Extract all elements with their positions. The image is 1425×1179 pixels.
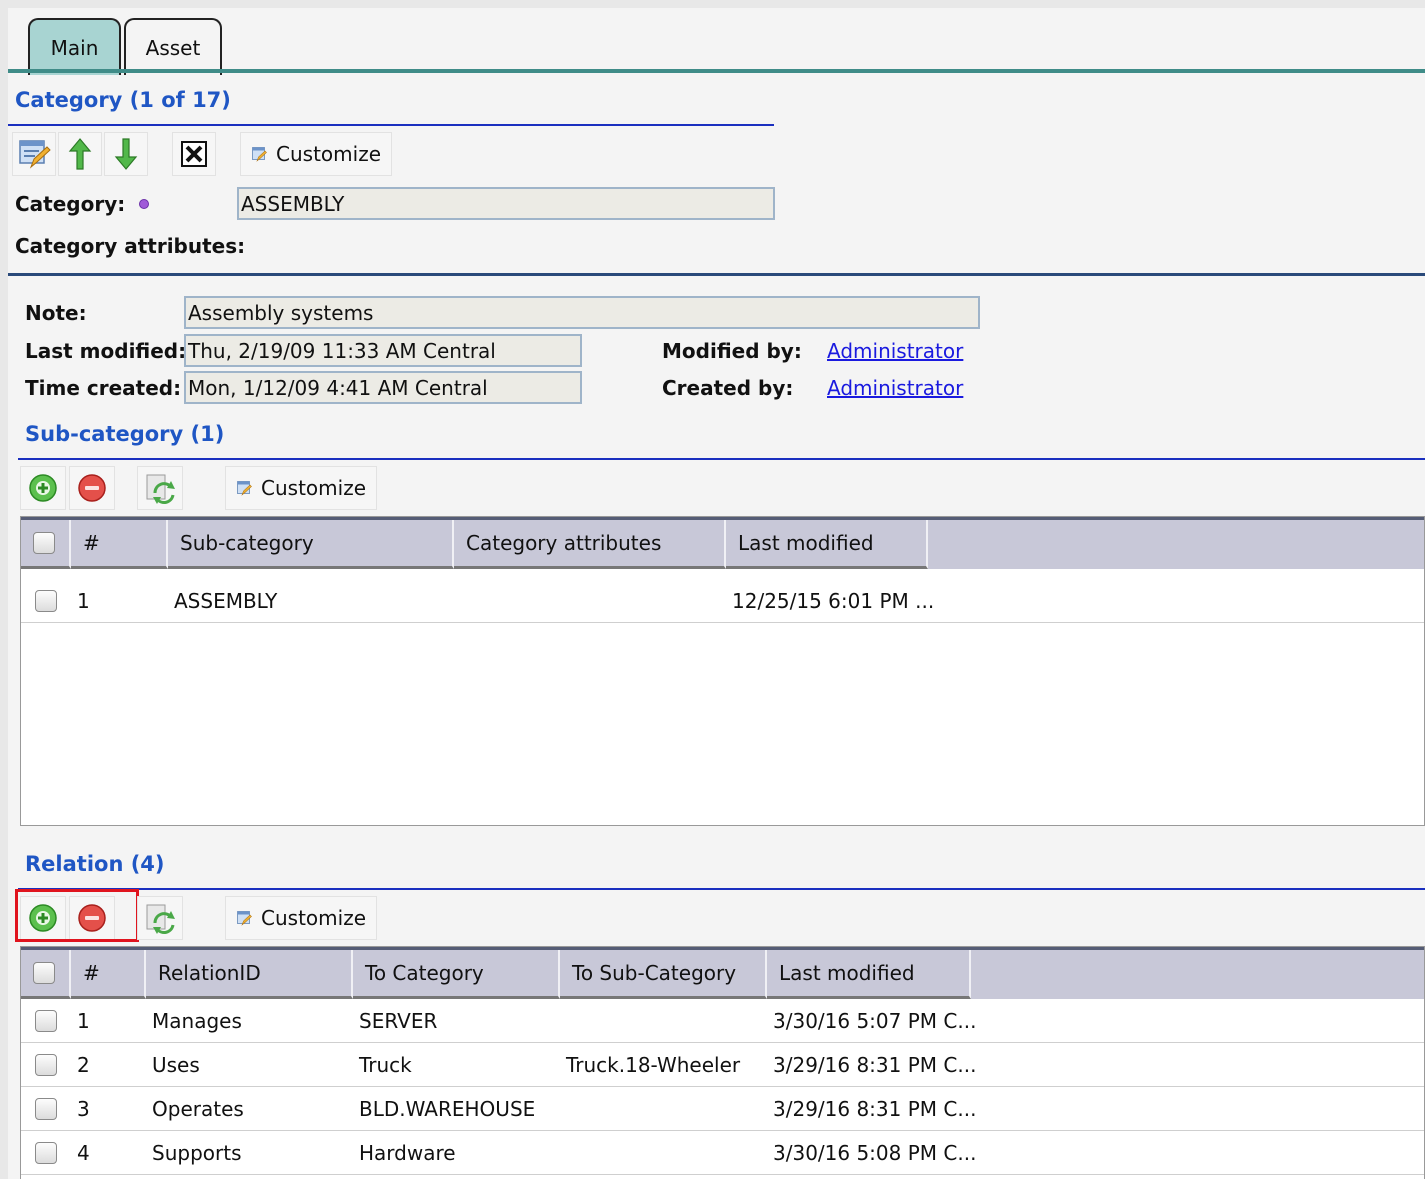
row-sub-category: ASSEMBLY: [174, 589, 278, 613]
subcategory-customize-button[interactable]: Customize: [225, 466, 377, 510]
last-modified-field: Thu, 2/19/09 11:33 AM Central: [184, 334, 582, 367]
row-number: 3: [77, 1097, 90, 1121]
select-all-checkbox[interactable]: [33, 532, 55, 554]
column-header-to-category[interactable]: To Category: [353, 950, 560, 999]
table-row[interactable]: 1 Manages SERVER 3/30/16 5:07 PM C...: [21, 999, 1424, 1043]
row-relation-id: Supports: [152, 1141, 242, 1165]
time-created-label: Time created:: [25, 376, 182, 400]
relation-refresh-button[interactable]: [137, 896, 183, 940]
last-modified-label: Last modified:: [25, 339, 187, 363]
subcategory-section-title: Sub-category (1): [25, 422, 225, 446]
relation-section-title: Relation (4): [25, 852, 165, 876]
row-number: 4: [77, 1141, 90, 1165]
row-to-category: Hardware: [359, 1141, 456, 1165]
row-last-modified: 3/29/16 8:31 PM C...: [773, 1097, 977, 1121]
customize-label: Customize: [261, 476, 366, 500]
row-to-category: BLD.WAREHOUSE: [359, 1097, 536, 1121]
row-last-modified: 12/25/15 6:01 PM ...: [732, 589, 935, 613]
category-section-title: Category (1 of 17): [15, 88, 231, 112]
category-label: Category:: [15, 192, 126, 216]
row-relation-id: Uses: [152, 1053, 200, 1077]
modified-by-link[interactable]: Administrator: [827, 339, 963, 363]
row-last-modified: 3/30/16 5:07 PM C...: [773, 1009, 977, 1033]
customize-icon: [237, 911, 252, 926]
row-checkbox[interactable]: [35, 1054, 57, 1076]
note-field[interactable]: Assembly systems: [184, 296, 980, 329]
add-circle-icon: [29, 474, 57, 502]
table-row[interactable]: 2 Uses Truck Truck.18-Wheeler 3/29/16 8:…: [21, 1043, 1424, 1087]
select-all-cell: [21, 950, 71, 999]
row-to-sub-category: Truck.18-Wheeler: [566, 1053, 741, 1077]
created-by-link[interactable]: Administrator: [827, 376, 963, 400]
subcategory-title-rule: [18, 458, 1425, 460]
column-header-sub-category[interactable]: Sub-category: [168, 520, 454, 569]
row-checkbox[interactable]: [35, 1142, 57, 1164]
customize-label: Customize: [276, 142, 381, 166]
select-all-cell: [21, 520, 71, 569]
category-field[interactable]: ASSEMBLY: [237, 187, 775, 220]
table-row[interactable]: 4 Supports Hardware 3/30/16 5:08 PM C...: [21, 1131, 1424, 1175]
tab-divider: [8, 69, 1425, 73]
subcategory-remove-button[interactable]: [69, 466, 115, 510]
column-header-last-modified[interactable]: Last modified: [767, 950, 971, 999]
row-relation-id: Manages: [152, 1009, 242, 1033]
column-header-last-modified[interactable]: Last modified: [726, 520, 928, 569]
note-label: Note:: [25, 301, 87, 325]
move-up-button[interactable]: [58, 132, 102, 176]
close-box-icon: [181, 141, 207, 167]
column-header-category-attributes[interactable]: Category attributes: [454, 520, 726, 569]
relation-grid-header: # RelationID To Category To Sub-Category…: [21, 947, 1424, 999]
created-by-label: Created by:: [662, 376, 794, 400]
select-all-checkbox[interactable]: [33, 962, 55, 984]
edit-button[interactable]: [12, 132, 56, 176]
refresh-icon: [146, 904, 175, 934]
edit-form-icon: [19, 140, 51, 169]
refresh-icon: [146, 474, 175, 504]
customize-icon: [237, 481, 252, 496]
category-title-rule: [8, 124, 774, 126]
row-relation-id: Operates: [152, 1097, 244, 1121]
relation-grid: # RelationID To Category To Sub-Category…: [20, 946, 1425, 1179]
row-number: 2: [77, 1053, 90, 1077]
remove-circle-icon: [78, 474, 106, 502]
relation-title-rule: [18, 888, 1425, 890]
time-created-field: Mon, 1/12/09 4:41 AM Central: [184, 371, 582, 404]
relation-customize-button[interactable]: Customize: [225, 896, 377, 940]
row-checkbox[interactable]: [35, 590, 57, 612]
subcategory-refresh-button[interactable]: [137, 466, 183, 510]
subcategory-add-button[interactable]: [20, 466, 66, 510]
arrow-up-icon: [68, 138, 92, 170]
row-to-category: Truck: [359, 1053, 412, 1077]
subcategory-grid: # Sub-category Category attributes Last …: [20, 516, 1425, 826]
page: Main Asset Category (1 of 17) Customize …: [8, 8, 1425, 1179]
move-down-button[interactable]: [104, 132, 148, 176]
required-indicator-icon: [139, 199, 149, 209]
row-checkbox[interactable]: [35, 1098, 57, 1120]
row-number: 1: [77, 1009, 90, 1033]
highlight-box: [15, 889, 139, 942]
row-last-modified: 3/30/16 5:08 PM C...: [773, 1141, 977, 1165]
column-header-to-sub-category[interactable]: To Sub-Category: [560, 950, 767, 999]
row-checkbox[interactable]: [35, 1010, 57, 1032]
column-header-number[interactable]: #: [71, 950, 146, 999]
tab-bar: Main Asset: [8, 8, 1425, 75]
arrow-down-icon: [114, 138, 138, 170]
modified-by-label: Modified by:: [662, 339, 802, 363]
table-row[interactable]: 1 ASSEMBLY 12/25/15 6:01 PM ...: [21, 579, 1424, 623]
row-number: 1: [77, 589, 90, 613]
row-last-modified: 3/29/16 8:31 PM C...: [773, 1053, 977, 1077]
tab-main[interactable]: Main: [28, 18, 121, 75]
tab-asset[interactable]: Asset: [124, 18, 222, 75]
section-divider: [8, 273, 1425, 276]
category-attributes-label: Category attributes:: [15, 234, 246, 258]
customize-label: Customize: [261, 906, 366, 930]
delete-button[interactable]: [172, 132, 216, 176]
column-header-number[interactable]: #: [71, 520, 168, 569]
table-row[interactable]: 3 Operates BLD.WAREHOUSE 3/29/16 8:31 PM…: [21, 1087, 1424, 1131]
customize-icon: [252, 147, 267, 162]
category-customize-button[interactable]: Customize: [240, 132, 392, 176]
row-to-category: SERVER: [359, 1009, 438, 1033]
column-header-relation-id[interactable]: RelationID: [146, 950, 353, 999]
subcategory-grid-header: # Sub-category Category attributes Last …: [21, 517, 1424, 569]
